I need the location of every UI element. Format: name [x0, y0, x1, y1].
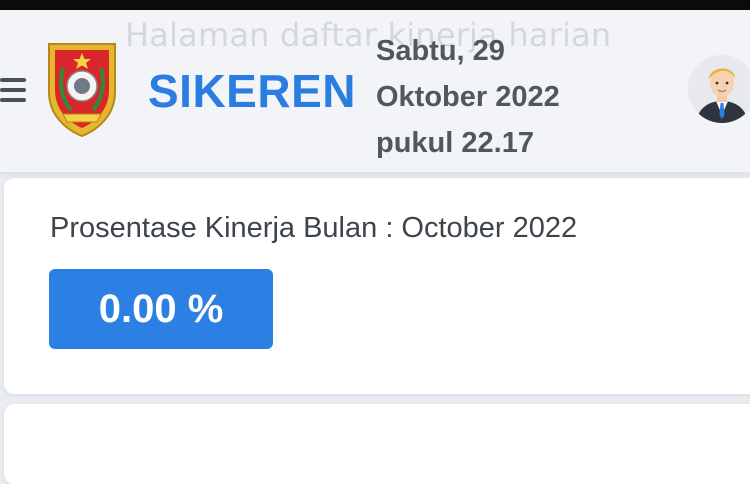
- app-title: SIKEREN: [148, 65, 356, 117]
- performance-title: Prosentase Kinerja Bulan : October 2022: [50, 212, 578, 244]
- top-status-strip: [0, 0, 750, 10]
- avatar-icon: [688, 55, 750, 123]
- government-emblem-logo: [48, 43, 116, 138]
- current-datetime: Sabtu, 29 Oktober 2022 pukul 22.17: [376, 28, 616, 166]
- performance-card: Prosentase Kinerja Bulan : October 2022 …: [4, 178, 750, 394]
- date-line-day: Sabtu, 29: [376, 35, 505, 67]
- next-card: [4, 404, 750, 484]
- time-line: pukul 22.17: [376, 127, 534, 159]
- app-header: Halaman daftar kinerja harian SIKEREN Sa…: [0, 10, 750, 173]
- user-avatar[interactable]: [688, 55, 750, 123]
- hamburger-menu-icon[interactable]: [0, 78, 26, 102]
- performance-percentage-badge: 0.00 %: [49, 269, 273, 349]
- date-line-month: Oktober 2022: [376, 81, 560, 113]
